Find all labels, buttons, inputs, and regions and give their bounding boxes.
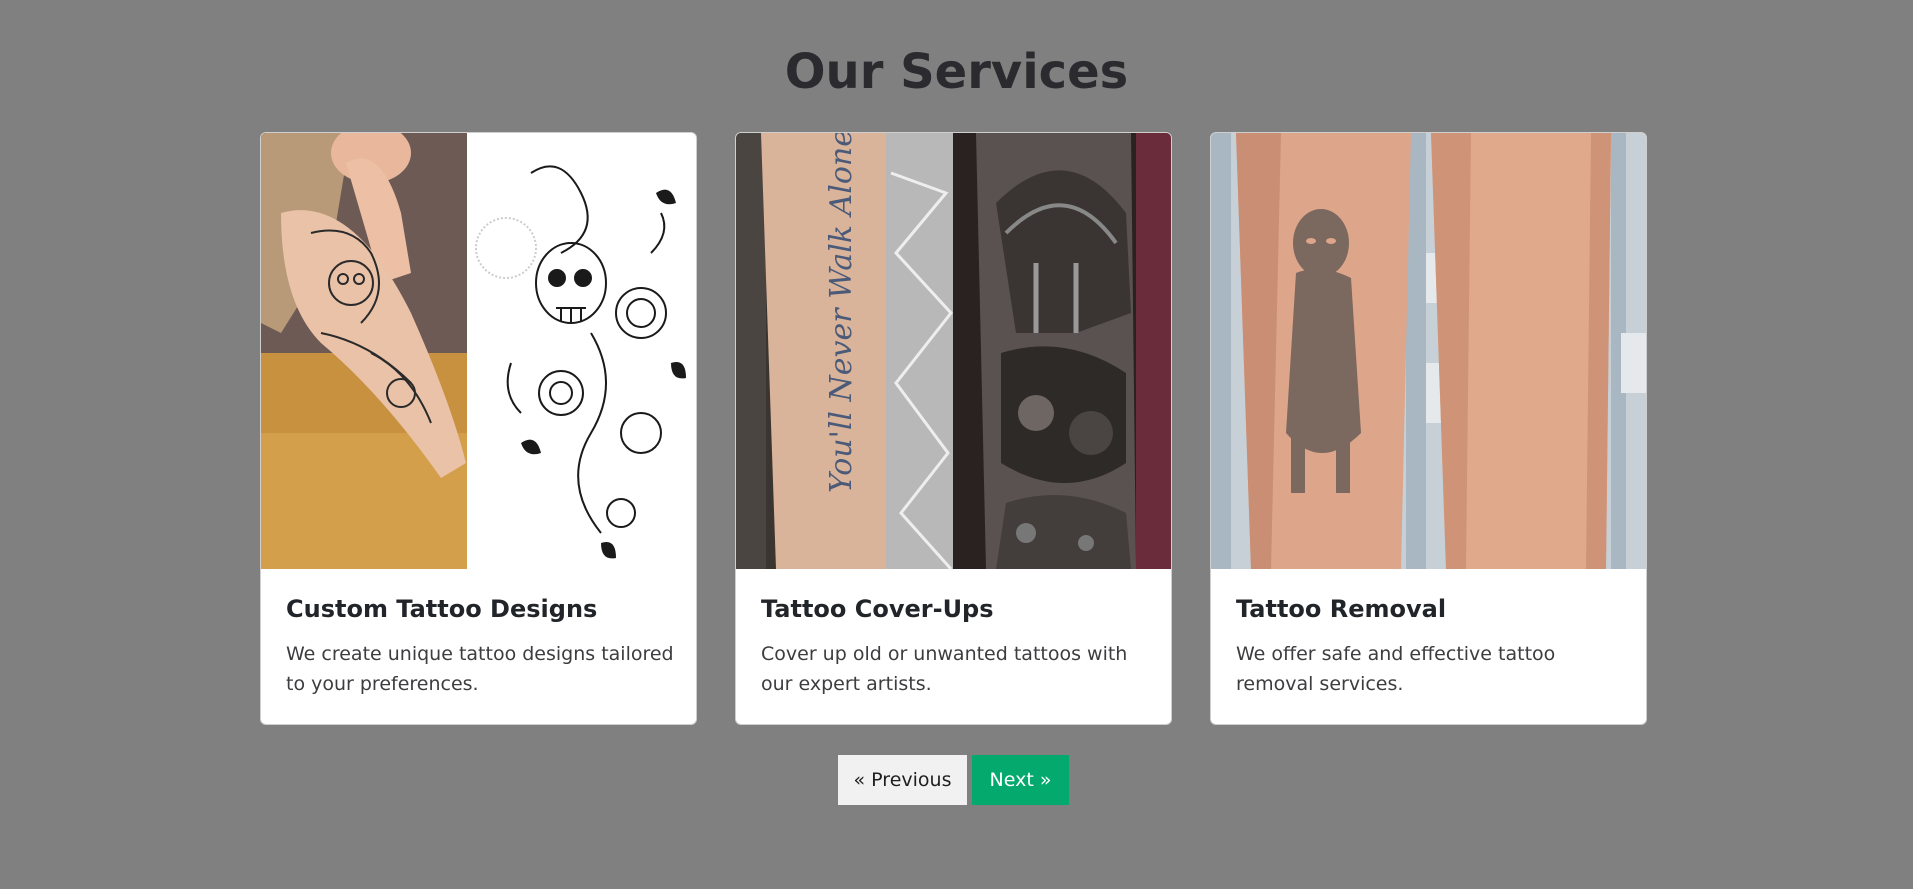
next-button[interactable]: Next » xyxy=(972,755,1069,805)
card-text: We create unique tattoo designs tailored… xyxy=(286,643,674,695)
card-text: We offer safe and effective tattoo remov… xyxy=(1236,643,1556,695)
custom-tattoo-design-image xyxy=(261,133,696,569)
services-page: Our Services Custom Tattoo Designs We cr… xyxy=(0,0,1913,889)
card-text: Cover up old or unwanted tattoos with ou… xyxy=(761,643,1128,695)
page-title: Our Services xyxy=(784,44,1129,100)
service-card-removal[interactable]: Tattoo Removal We offer safe and effecti… xyxy=(1210,132,1647,725)
tattoo-removal-image xyxy=(1211,133,1646,569)
previous-button[interactable]: « Previous xyxy=(838,755,967,805)
service-card-cover-ups[interactable]: You'll Never Walk Alone Tattoo Cover-Ups… xyxy=(735,132,1172,725)
service-card-custom-designs[interactable]: Custom Tattoo Designs We create unique t… xyxy=(260,132,697,725)
tattoo-cover-up-image: You'll Never Walk Alone xyxy=(736,133,1171,569)
card-title: Custom Tattoo Designs xyxy=(286,595,598,623)
services-cards: Custom Tattoo Designs We create unique t… xyxy=(260,132,1650,725)
you-will-never-walk-alone-text: You'll Never Walk Alone xyxy=(824,133,859,493)
card-title: Tattoo Cover-Ups xyxy=(761,595,994,623)
card-title: Tattoo Removal xyxy=(1236,595,1447,623)
